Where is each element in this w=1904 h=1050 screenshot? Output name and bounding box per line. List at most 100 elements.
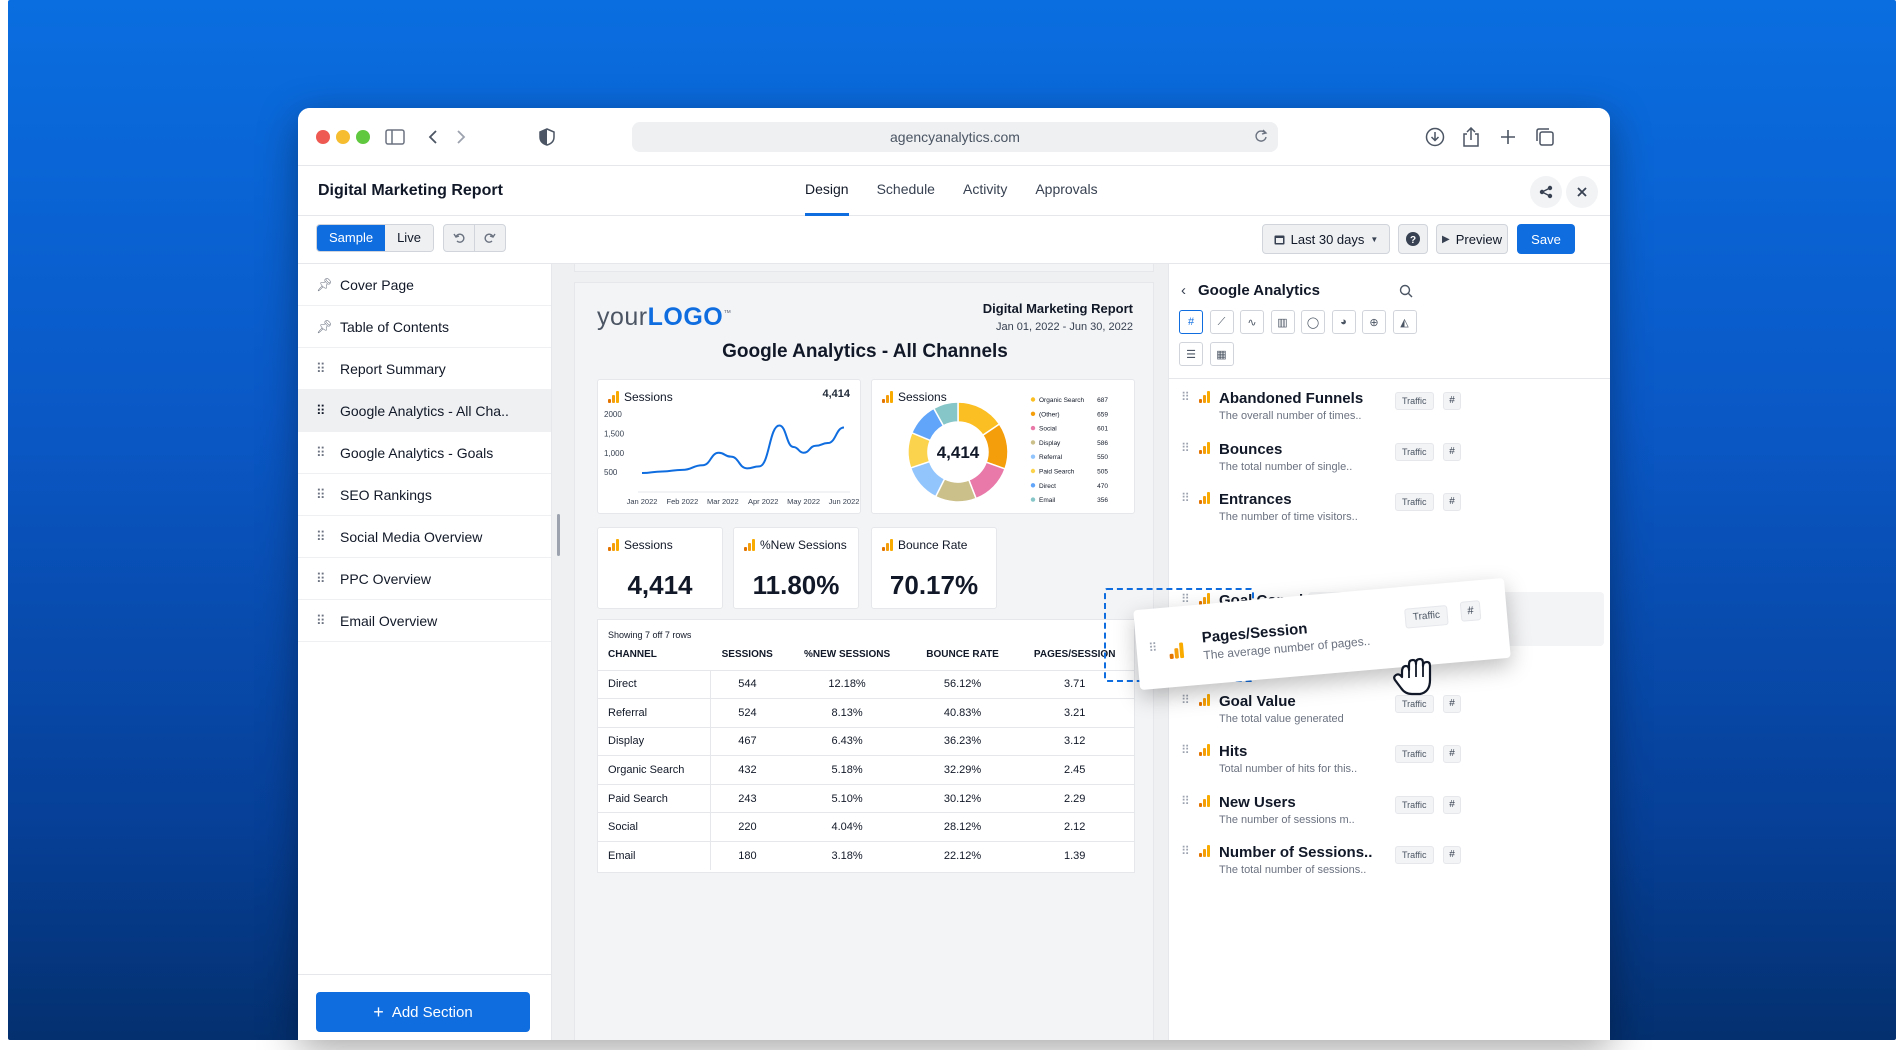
address-bar[interactable]: agencyanalytics.com [632, 122, 1278, 152]
table-cell: 32.29% [909, 755, 1016, 785]
drag-handle-icon[interactable]: ⠿ [316, 487, 340, 503]
table-cell: Referral [598, 698, 711, 728]
close-window-dot[interactable] [316, 130, 330, 144]
table-widget-icon[interactable]: ▦ [1209, 342, 1234, 366]
table-cell: 12.18% [784, 669, 910, 699]
help-button[interactable]: ? [1398, 224, 1428, 254]
kpi-new-sessions-card[interactable]: %New Sessions 11.80% [733, 527, 859, 609]
pie-widget-icon[interactable]: ◕ [1331, 310, 1356, 334]
sparkline-widget-icon[interactable]: ∿ [1240, 310, 1264, 334]
sidebar-scrollbar[interactable] [557, 514, 560, 556]
table-cell: 3.21 [1015, 698, 1134, 728]
close-icon [1577, 187, 1587, 197]
minimize-window-dot[interactable] [336, 130, 350, 144]
tab-activity[interactable]: Activity [949, 166, 1021, 216]
sidebar-item-google-analytics-goals[interactable]: ⠿ Google Analytics - Goals [298, 432, 551, 474]
google-analytics-icon [882, 539, 893, 551]
tab-design[interactable]: Design [791, 166, 863, 216]
sidebar-item-table-of-contents[interactable]: 📌︎ Table of Contents [298, 306, 551, 348]
sidebar-item-google-analytics-all-channels[interactable]: ⠿ Google Analytics - All Cha.. [298, 390, 551, 432]
metric-description: Total number of hits for this.. [1219, 763, 1358, 775]
metric-description: The overall number of times.. [1219, 410, 1362, 422]
report-name: Digital Marketing Report [318, 182, 503, 199]
drag-handle-icon[interactable]: ⠿ [1181, 391, 1190, 403]
sidebar-toggle-icon[interactable] [382, 124, 408, 150]
metric-item[interactable]: ⠿ Number of Sessions.. The total number of… [1179, 842, 1475, 902]
y-tick-label: 500 [604, 468, 618, 477]
back-chevron-icon[interactable]: ‹ [1181, 282, 1186, 299]
new-tab-icon[interactable] [1495, 124, 1521, 150]
sidebar-item-cover-page[interactable]: 📌︎ Cover Page [298, 264, 551, 306]
legend-swatch [1030, 411, 1036, 416]
category-tag: Traffic [1395, 443, 1434, 461]
#-widget-icon[interactable]: # [1179, 310, 1203, 334]
drag-handle-icon[interactable]: ⠿ [316, 529, 340, 545]
drag-handle-icon[interactable]: ⠿ [1181, 492, 1190, 504]
drag-handle-icon[interactable]: ⠿ [1148, 640, 1158, 655]
tabs-overview-icon[interactable] [1532, 124, 1558, 150]
download-icon[interactable] [1422, 124, 1448, 150]
panel-search-icon[interactable] [1399, 284, 1413, 303]
drag-handle-icon[interactable]: ⠿ [316, 571, 340, 587]
date-range-dropdown[interactable]: Last 30 days ▼ [1262, 224, 1390, 254]
tab-schedule[interactable]: Schedule [863, 166, 949, 216]
sidebar-item-email-overview[interactable]: ⠿ Email Overview [298, 600, 551, 642]
legend-swatch [1030, 468, 1036, 474]
legend-value: 659 [1097, 411, 1108, 418]
add-section-button[interactable]: + Add Section [316, 992, 530, 1032]
share-report-button[interactable] [1530, 176, 1562, 208]
kpi-sessions-card[interactable]: Sessions 4,414 [597, 527, 723, 609]
sessions-line-chart-card[interactable]: Sessions 4,414 2000 1,500 1,000 500 Jan 2022… [597, 379, 861, 514]
preview-button[interactable]: ▶ Preview [1436, 224, 1508, 254]
bar-chart-widget-icon[interactable]: ▥ [1270, 310, 1295, 334]
globe-widget-icon[interactable]: ⊕ [1362, 310, 1386, 334]
metric-item[interactable]: ⠿ Entrances The number of time visitors.. T… [1179, 489, 1475, 549]
close-editor-button[interactable] [1566, 176, 1598, 208]
sidebar-item-ppc-overview[interactable]: ⠿ PPC Overview [298, 558, 551, 600]
reload-icon[interactable] [1254, 128, 1268, 147]
forward-icon[interactable] [448, 124, 474, 150]
sidebar-item-report-summary[interactable]: ⠿ Report Summary [298, 348, 551, 390]
report-canvas[interactable]: yourLOGO™ Digital Marketing Report Jan 0… [552, 264, 1168, 1040]
shield-icon[interactable] [534, 124, 560, 150]
tab-approvals[interactable]: Approvals [1021, 166, 1111, 216]
sessions-donut-chart-card[interactable]: Sessions Organic Search 687 (Other) 659 Soci… [871, 379, 1135, 514]
table-cell: 22.12% [909, 841, 1016, 871]
drag-handle-icon[interactable]: ⠿ [1181, 442, 1190, 454]
drag-handle-icon[interactable]: ⠿ [316, 613, 340, 629]
undo-button[interactable] [444, 225, 475, 251]
save-button[interactable]: Save [1517, 224, 1575, 254]
legend-value: 356 [1097, 497, 1108, 504]
drag-handle-icon[interactable]: ⠿ [1181, 694, 1190, 706]
live-button[interactable]: Live [385, 225, 433, 251]
donut-widget-icon[interactable]: ◯ [1301, 310, 1325, 334]
drag-handle-icon[interactable]: ⠿ [1181, 845, 1190, 857]
share-icon[interactable] [1458, 124, 1484, 150]
legend-label: Social [1039, 426, 1057, 433]
line-chart-widget-icon[interactable]: ⟋ [1209, 310, 1234, 334]
sessions-donut-chart: Organic Search 687 (Other) 659 Social 601 Disp… [907, 397, 1108, 504]
report-header: Digital Marketing Report Jan 01, 2022 - … [983, 301, 1133, 333]
table-cell: 524 [710, 698, 785, 728]
bar-horizontal-widget-icon[interactable]: ☰ [1179, 342, 1203, 366]
drag-handle-icon[interactable]: ⠿ [1181, 795, 1190, 807]
donut-center-value: 4,414 [937, 443, 980, 462]
sample-button[interactable]: Sample [317, 225, 386, 251]
y-tick-label: 1,500 [604, 429, 625, 438]
drag-handle-icon[interactable]: ⠿ [316, 361, 340, 377]
drag-handle-icon[interactable]: ⠿ [316, 403, 340, 419]
channels-table-card[interactable]: Showing 7 off 7 rows CHANNEL SESSIONS %N… [597, 619, 1135, 873]
sessions-series-line [641, 424, 845, 474]
back-icon[interactable] [420, 124, 446, 150]
date-range-label: Last 30 days [1290, 231, 1365, 247]
maximize-window-dot[interactable] [356, 130, 370, 144]
sidebar-item-social-media-overview[interactable]: ⠿ Social Media Overview [298, 516, 551, 558]
x-tick-label: Feb 2022 [667, 497, 699, 506]
table-cell: 2.29 [1015, 783, 1134, 813]
kpi-bounce-rate-card[interactable]: Bounce Rate 70.17% [871, 527, 997, 609]
drag-handle-icon[interactable]: ⠿ [1181, 744, 1190, 756]
sidebar-item-seo-rankings[interactable]: ⠿ SEO Rankings [298, 474, 551, 516]
redo-button[interactable] [475, 225, 505, 251]
area-widget-icon[interactable]: ◭ [1392, 310, 1417, 334]
drag-handle-icon[interactable]: ⠿ [316, 445, 340, 461]
